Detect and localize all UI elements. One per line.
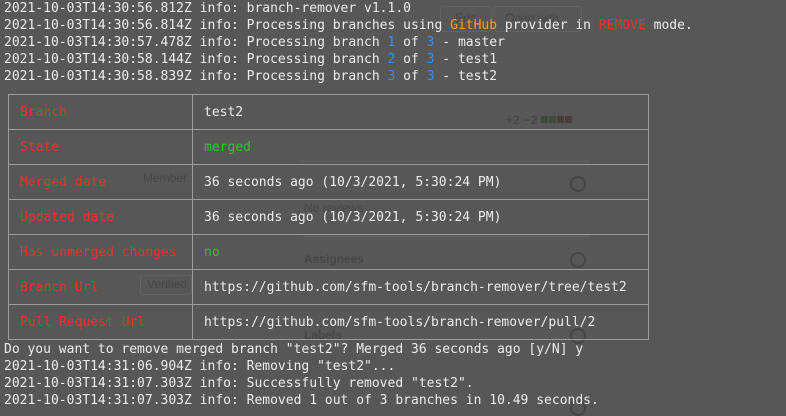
log-message: info: Processing branches using [191,18,451,33]
table-row: Updated date 36 seconds ago (10/3/2021, 5… [8,199,649,235]
log-message: - test1 [434,52,498,67]
confirm-prompt[interactable]: Do you want to remove merged branch "tes… [4,341,786,358]
log-timestamp: 2021-10-03T14:30:56.812Z [4,1,192,16]
row-value: merged [192,129,649,165]
row-key: State [8,129,193,165]
log-message: of [395,69,427,84]
row-value: no [192,234,649,270]
table-row: State merged [8,129,649,165]
log-line: 2021-10-03T14:30:56.814Z info: Processin… [4,17,786,34]
branch-info-table: Branch test2 State merged Merged date 36 se… [8,94,649,340]
table-row: Pull Request Url https://github.com/sfm-t… [8,304,649,340]
log-message: - master [434,35,505,50]
row-key: Branch Url [8,269,193,305]
table-row: Branch Url https://github.com/sfm-tools/b… [8,269,649,305]
row-key: Pull Request Url [8,304,193,340]
table-row: Branch test2 [8,94,649,130]
log-line: 2021-10-03T14:30:56.812Z info: branch-re… [4,0,786,17]
row-key: Merged date [8,164,193,200]
row-value: 36 seconds ago (10/3/2021, 5:30:24 PM) [192,199,649,235]
log-message: info: Processing branch [191,69,388,84]
table-row: Has unmerged changes no [8,234,649,270]
table-row: Merged date 36 seconds ago (10/3/2021, 5:… [8,164,649,200]
row-value: https://github.com/sfm-tools/branch-remo… [192,304,649,340]
log-message: - test2 [434,69,498,84]
log-message: info: Processing branch [191,35,388,50]
log-line: 2021-10-03T14:30:57.478Z info: Processin… [4,34,786,51]
row-key: Branch [8,94,193,130]
row-key: Has unmerged changes [8,234,193,270]
log-line: 2021-10-03T14:30:58.144Z info: Processin… [4,51,786,68]
log-message: provider in [497,18,599,33]
log-message: of [395,35,427,50]
row-value: test2 [192,94,649,130]
log-timestamp: 2021-10-03T14:30:58.144Z [4,52,192,67]
log-line: 2021-10-03T14:30:58.839Z info: Processin… [4,68,786,85]
log-message: of [395,52,427,67]
log-line: 2021-10-03T14:31:06.904Z info: Removing … [4,359,396,374]
row-value: 36 seconds ago (10/3/2021, 5:30:24 PM) [192,164,649,200]
log-message: mode. [645,18,693,33]
log-line: 2021-10-03T14:31:07.303Z info: Removed 1… [4,393,599,408]
row-value: https://github.com/sfm-tools/branch-remo… [192,269,649,305]
provider-name: GitHub [450,18,498,33]
log-line: 2021-10-03T14:31:07.303Z info: Successfu… [4,376,474,391]
log-timestamp: 2021-10-03T14:30:58.839Z [4,69,192,84]
log-message: info: Processing branch [191,52,388,67]
log-message: info: branch-remover v1.1.0 [191,1,411,16]
log-timestamp: 2021-10-03T14:30:56.814Z [4,18,192,33]
terminal-output: Do you want to remove merged branch "tes… [4,341,786,409]
terminal-log: 2021-10-03T14:30:56.812Z info: branch-re… [4,0,786,85]
log-timestamp: 2021-10-03T14:30:57.478Z [4,35,192,50]
row-key: Updated date [8,199,193,235]
mode-name: REMOVE [598,18,646,33]
